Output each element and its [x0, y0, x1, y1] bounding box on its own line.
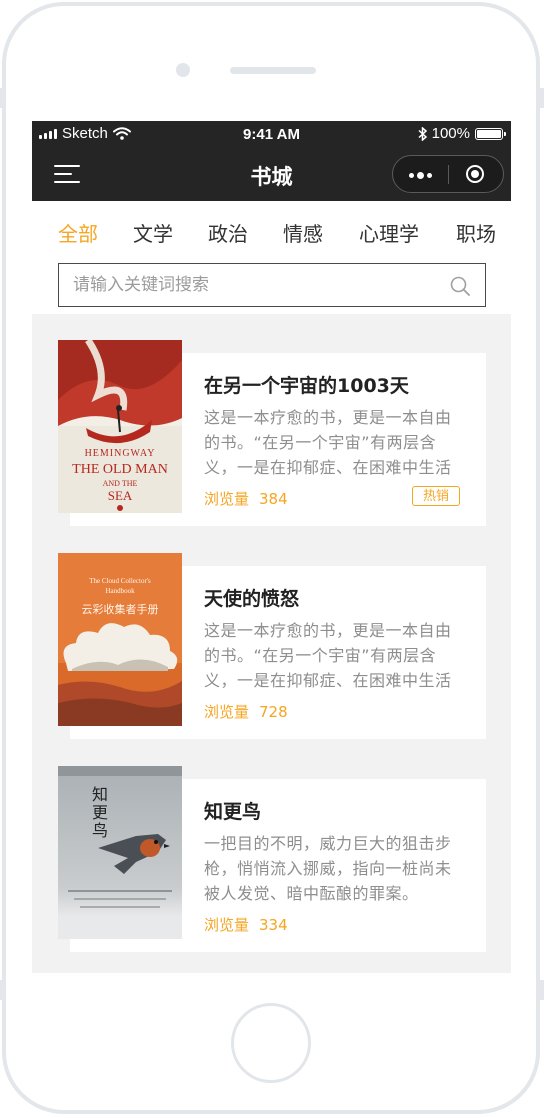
cover-title-cn: 知 [92, 785, 108, 804]
category-tabs: 全部 文学 政治 情感 心理学 职场 [32, 201, 511, 257]
tab-politics[interactable]: 政治 [208, 218, 248, 247]
book-description: 这是一本疗愈的书，更是一本自由的书。“在另一个宇宙”有两层含义，一是在抑郁症、在… [204, 408, 452, 477]
views-label: 浏览量 [204, 490, 250, 508]
cover-author: HEMINGWAY [85, 448, 156, 459]
book-title: 在另一个宇宙的1003天 [204, 375, 409, 397]
cover-title: AND THE [103, 479, 138, 488]
view-count: 浏览量 384 [204, 488, 288, 509]
bluetooth-icon [418, 126, 427, 141]
battery-percent: 100% [431, 125, 470, 142]
capsule-divider [448, 165, 449, 184]
views-label: 浏览量 [204, 916, 250, 934]
tab-all[interactable]: 全部 [58, 218, 98, 247]
book-cover: The Cloud Collector's Handbook 云彩收集者手册 [58, 553, 182, 726]
book-cover: HEMINGWAY THE OLD MAN AND THE SEA [58, 340, 182, 513]
book-card[interactable]: The Cloud Collector's Handbook 云彩收集者手册 天… [58, 553, 486, 739]
phone-side-button [0, 980, 6, 1000]
more-dots-icon[interactable] [409, 172, 432, 179]
cover-title-cn: 鸟 [92, 821, 108, 840]
views-number: 728 [259, 703, 288, 721]
cover-title-cn: 更 [92, 803, 108, 822]
book-card[interactable]: HEMINGWAY THE OLD MAN AND THE SEA 在另一个宇宙… [58, 340, 486, 526]
book-description: 一把目的不明，威力巨大的狙击步枪，悄悄流入挪威，指向一桩尚未被人发觉、暗中酝酿的… [204, 834, 452, 903]
status-bar: Sketch 9:41 AM 100% [32, 121, 511, 147]
phone-side-button [538, 88, 544, 108]
cover-title-en: Handbook [105, 587, 135, 595]
book-list: HEMINGWAY THE OLD MAN AND THE SEA 在另一个宇宙… [32, 314, 511, 973]
cover-title-cn: 云彩收集者手册 [82, 602, 159, 616]
cover-title: THE OLD MAN [72, 462, 168, 477]
tab-emotion[interactable]: 情感 [283, 218, 323, 247]
tab-psychology[interactable]: 心理学 [359, 218, 419, 247]
view-count: 浏览量 334 [204, 914, 288, 935]
nav-bar: 书城 [32, 147, 511, 201]
search-input[interactable] [73, 273, 433, 297]
view-count: 浏览量 728 [204, 701, 288, 722]
views-number: 334 [259, 916, 288, 934]
target-circle-icon[interactable] [466, 165, 484, 183]
phone-side-button [0, 88, 6, 108]
book-card[interactable]: 知 更 鸟 知更鸟 一把目的不明，威力巨大的狙击步枪，悄悄流入挪威，指向一桩尚未… [58, 766, 486, 952]
mini-program-capsule [392, 155, 504, 193]
home-button[interactable] [231, 1003, 311, 1083]
cover-title-en: The Cloud Collector's [89, 577, 151, 585]
phone-side-button [538, 980, 544, 1000]
tab-career[interactable]: 职场 [456, 218, 496, 247]
book-title: 知更鸟 [204, 801, 262, 823]
tab-literature[interactable]: 文学 [133, 218, 173, 247]
book-cover: 知 更 鸟 [58, 766, 182, 939]
search-icon[interactable] [450, 276, 470, 296]
book-title: 天使的愤怒 [204, 588, 300, 610]
battery-icon [475, 127, 506, 140]
search-box [58, 263, 486, 307]
views-label: 浏览量 [204, 703, 250, 721]
cover-title: SEA [108, 488, 133, 503]
app-screen: Sketch 9:41 AM 100% 书城 全部 文学 政治 情感 心理学 职… [32, 121, 511, 973]
views-number: 384 [259, 490, 288, 508]
hot-sale-badge: 热销 [412, 486, 460, 506]
front-camera [176, 63, 190, 77]
book-description: 这是一本疗愈的书，更是一本自由的书。“在另一个宇宙”有两层含义，一是在抑郁症、在… [204, 621, 452, 690]
earpiece-speaker [230, 67, 316, 74]
